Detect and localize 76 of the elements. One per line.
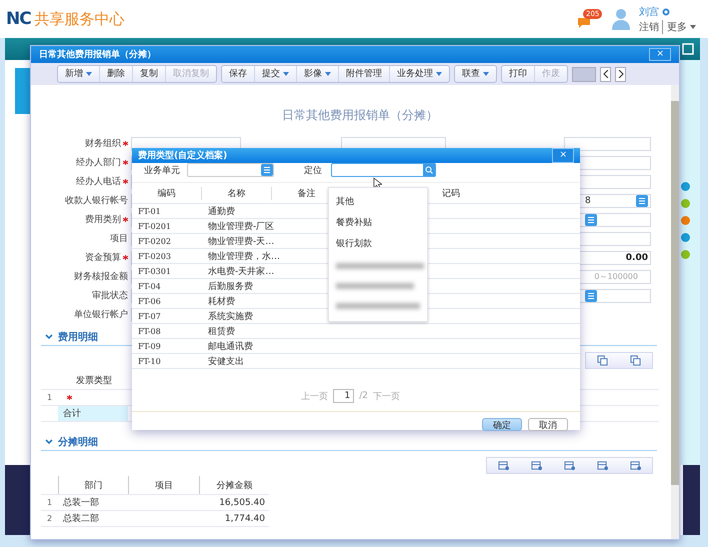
toolbar-button[interactable]: 附件管理 [338, 66, 389, 82]
column-header: 记码 [441, 188, 460, 200]
form-title: 日常其他费用报销单（分摊） [281, 107, 439, 124]
list-row[interactable]: FT-08 租赁费 [132, 324, 580, 339]
list-icon[interactable] [585, 214, 597, 226]
field-label: 经办人部门 [76, 156, 121, 169]
column-header: 编码 [132, 186, 202, 200]
page-input[interactable]: 1 [333, 389, 354, 403]
avatar-icon [611, 8, 631, 30]
close-button[interactable]: × [649, 48, 671, 61]
scroll-right-button[interactable] [615, 66, 626, 82]
row-number: 1 [46, 393, 54, 402]
cancel-button[interactable]: 取消 [528, 418, 568, 431]
caret-icon [690, 24, 696, 28]
status-icon [662, 8, 670, 16]
table-cell-text: 1,774.40 [224, 512, 266, 526]
header-link[interactable]: 更多 [662, 20, 687, 34]
field-label: 审批状态 [92, 290, 128, 302]
list-icon[interactable] [585, 290, 597, 302]
scroll-left-button[interactable] [600, 66, 611, 82]
list-row[interactable]: FT-10 安健支出 [132, 354, 580, 369]
column-header: 分摊金额 [198, 476, 270, 494]
page-total: /2 [359, 391, 368, 401]
field-label: 收款人银行帐号 [65, 194, 128, 207]
search-field[interactable] [331, 163, 436, 177]
field-label: 费用类别 [85, 214, 121, 226]
list-icon[interactable] [636, 194, 648, 206]
toolbar-button[interactable]: 保存 [222, 66, 254, 82]
toolbar-button[interactable]: 提交 [254, 66, 296, 82]
field-label: 经办人电话 [76, 176, 121, 188]
field-label: 财务核报金额 [74, 270, 128, 283]
field-label: 单位银行帐户 [74, 308, 128, 321]
scrollbar[interactable] [671, 85, 679, 539]
reference-field[interactable] [187, 163, 274, 177]
toolbar-button[interactable]: 打印 [502, 66, 534, 82]
search-icon[interactable] [423, 164, 435, 176]
footer-panel [5, 465, 30, 535]
window-title: 日常其他费用报销单（分摊） [39, 48, 156, 61]
user-name[interactable]: 刘宫 [639, 4, 659, 18]
toolbar-button[interactable]: 联查 [455, 66, 496, 82]
chevron-left-icon [602, 70, 608, 78]
table-cell-text: 总装一部 [62, 496, 100, 510]
section-header[interactable]: 分摊明细 [41, 434, 657, 451]
ok-button[interactable]: 确定 [482, 418, 522, 431]
toolbar-button[interactable]: 影像 [296, 66, 338, 82]
list-row[interactable]: FT-09 邮电通讯费 [132, 339, 580, 354]
dialog-title: 费用类型(自定义档案) [138, 149, 228, 162]
footer-panel [683, 465, 700, 535]
total-cell: 合计 [58, 406, 128, 421]
field-label: 定位 [304, 164, 323, 176]
row-number: 1 [46, 498, 54, 507]
chevron-right-icon [618, 70, 624, 78]
toolbar-button[interactable]: 复制 [132, 66, 165, 82]
row-number: 2 [46, 514, 54, 523]
table-cell-text: 16,505.40 [218, 496, 266, 510]
field-label: 项目 [110, 233, 128, 245]
app-title: 共享服务中心 [34, 10, 125, 28]
toolbar-button[interactable]: 业务处理 [389, 66, 449, 82]
menu-item[interactable]: 餐费补贴 [329, 216, 427, 237]
column-header: 名称 [202, 186, 272, 200]
column-header: 发票类型 [75, 374, 113, 388]
input-field[interactable] [564, 136, 651, 150]
field-label: 业务单元 [144, 164, 181, 176]
nc-logo: NC [6, 9, 31, 29]
table-cell-text: 总装二部 [62, 512, 100, 526]
field-label: 财务组织 [85, 138, 121, 150]
maximize-icon[interactable] [682, 43, 694, 55]
field-label: 资金预算 [85, 252, 121, 264]
column-header: 部门 [58, 476, 128, 494]
toolbar-button[interactable]: 新增 [58, 66, 99, 82]
close-button[interactable]: × [552, 148, 574, 163]
header-link[interactable]: 注销 [639, 20, 659, 34]
chat-icon[interactable] [577, 17, 591, 29]
toolbar-button[interactable]: 删除 [99, 66, 132, 82]
column-header: 项目 [128, 476, 199, 494]
list-icon[interactable] [261, 164, 273, 176]
